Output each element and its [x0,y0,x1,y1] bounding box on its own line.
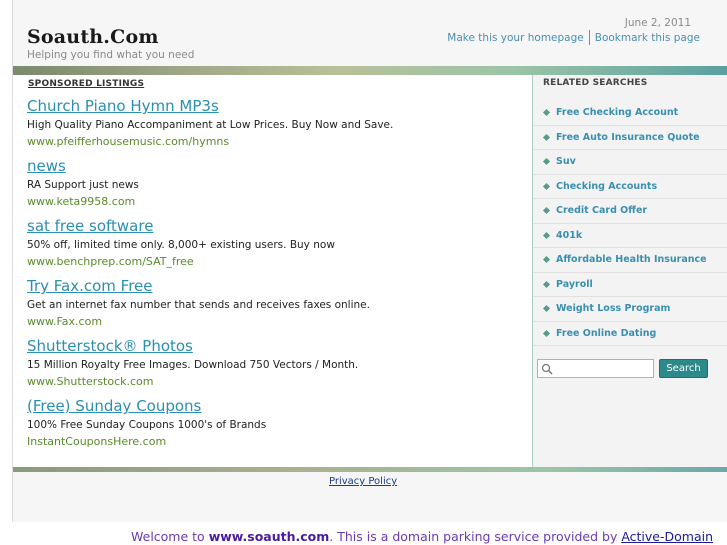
related-search-item[interactable]: Free Auto Insurance Quote [533,126,727,150]
listing-title-link[interactable]: (Free) Sunday Coupons [27,397,527,416]
related-search-item[interactable]: Weight Loss Program [533,297,727,322]
related-search-label[interactable]: Payroll [556,279,593,290]
listing-item: Church Piano Hymn MP3s High Quality Pian… [27,97,527,148]
related-search-item[interactable]: Payroll [533,273,727,297]
related-search-label[interactable]: 401k [556,230,582,241]
link-divider [588,30,590,45]
diamond-bullet-icon [542,329,551,337]
diamond-bullet-icon [542,133,551,141]
related-search-label[interactable]: Checking Accounts [556,181,657,192]
listing-title-link[interactable]: Try Fax.com Free [27,277,527,296]
related-search-item[interactable]: Checking Accounts [533,175,727,199]
listing-item: news RA Support just news www.keta9958.c… [27,157,527,208]
listing-item: (Free) Sunday Coupons 100% Free Sunday C… [27,397,527,448]
diamond-bullet-icon [542,280,551,288]
related-search-label[interactable]: Free Online Dating [556,328,656,339]
listing-title-link[interactable]: Shutterstock® Photos [27,337,527,356]
bookmark-link[interactable]: Bookmark this page [595,32,700,44]
listing-item: sat free software 50% off, limited time … [27,217,527,268]
welcome-prefix: Welcome to [131,529,209,544]
date-label: June 2, 2011 [624,17,691,29]
diamond-bullet-icon [542,182,551,190]
header-divider-bar [13,66,727,75]
related-search-label[interactable]: Affordable Health Insurance [556,254,707,265]
related-search-label[interactable]: Suv [556,156,576,167]
privacy-policy-link[interactable]: Privacy Policy [329,476,397,487]
related-search-label[interactable]: Weight Loss Program [556,303,670,314]
listing-url-link[interactable]: www.pfeifferhousemusic.com/hymns [27,135,527,148]
sponsored-listings-heading: SPONSORED LISTINGS [28,79,145,89]
top-links: Make this your homepage Bookmark this pa… [447,30,700,45]
search-button[interactable]: Search [659,359,708,378]
related-search-label[interactable]: Credit Card Offer [556,205,647,216]
listing-description: High Quality Piano Accompaniment at Low … [27,119,394,131]
listing-description: 50% off, limited time only. 8,000+ exist… [27,239,335,251]
welcome-domain: www.soauth.com [208,529,330,544]
listing-url-link[interactable]: www.keta9958.com [27,195,527,208]
sponsored-listings-panel: SPONSORED LISTINGS Church Piano Hymn MP3… [13,75,532,467]
search-input[interactable] [537,359,654,378]
diamond-bullet-icon [542,231,551,239]
search-form: Search [537,359,708,378]
site-tagline: Helping you find what you need [27,49,195,61]
related-searches-sidebar: RELATED SEARCHES Free Checking Account F… [532,75,727,467]
site-title[interactable]: Soauth.Com [27,26,159,48]
related-searches-list: Free Checking Account Free Auto Insuranc… [533,101,727,346]
listing-url-link[interactable]: www.Fax.com [27,315,527,328]
listing-description: 15 Million Royalty Free Images. Download… [27,359,359,371]
related-search-item[interactable]: 401k [533,224,727,248]
footer-divider-bar [13,467,727,472]
header: Soauth.Com Helping you find what you nee… [13,0,727,66]
listing-url-link[interactable]: InstantCouponsHere.com [27,435,527,448]
related-search-label[interactable]: Free Checking Account [556,107,678,118]
listing-item: Shutterstock® Photos 15 Million Royalty … [27,337,527,388]
listing-item: Try Fax.com Free Get an internet fax num… [27,277,527,328]
related-search-item[interactable]: Free Checking Account [533,101,727,126]
related-searches-heading: RELATED SEARCHES [543,78,648,88]
related-search-item[interactable]: Free Online Dating [533,322,727,346]
diamond-bullet-icon [542,256,551,264]
diamond-bullet-icon [542,158,551,166]
diamond-bullet-icon [542,109,551,117]
related-search-item[interactable]: Affordable Health Insurance [533,248,727,273]
listing-title-link[interactable]: Church Piano Hymn MP3s [27,97,527,116]
related-search-label[interactable]: Free Auto Insurance Quote [556,132,700,143]
listing-title-link[interactable]: news [27,157,527,176]
listing-url-link[interactable]: www.benchprep.com/SAT_free [27,255,527,268]
related-search-item[interactable]: Suv [533,150,727,175]
listing-title-link[interactable]: sat free software [27,217,527,236]
make-homepage-link[interactable]: Make this your homepage [447,32,583,44]
welcome-middle: . This is a domain parking service provi… [329,529,622,544]
diamond-bullet-icon [542,305,551,313]
related-search-item[interactable]: Credit Card Offer [533,199,727,224]
magnifier-icon [541,363,553,375]
parking-notice: Welcome to www.soauth.com. This is a dom… [0,523,727,545]
listing-url-link[interactable]: www.Shutterstock.com [27,375,527,388]
listing-description: 100% Free Sunday Coupons 1000's of Brand… [27,419,267,431]
listing-description: RA Support just news [27,179,139,191]
provider-link[interactable]: Active-Domain [621,529,713,544]
diamond-bullet-icon [542,207,551,215]
listing-description: Get an internet fax number that sends an… [27,299,370,311]
